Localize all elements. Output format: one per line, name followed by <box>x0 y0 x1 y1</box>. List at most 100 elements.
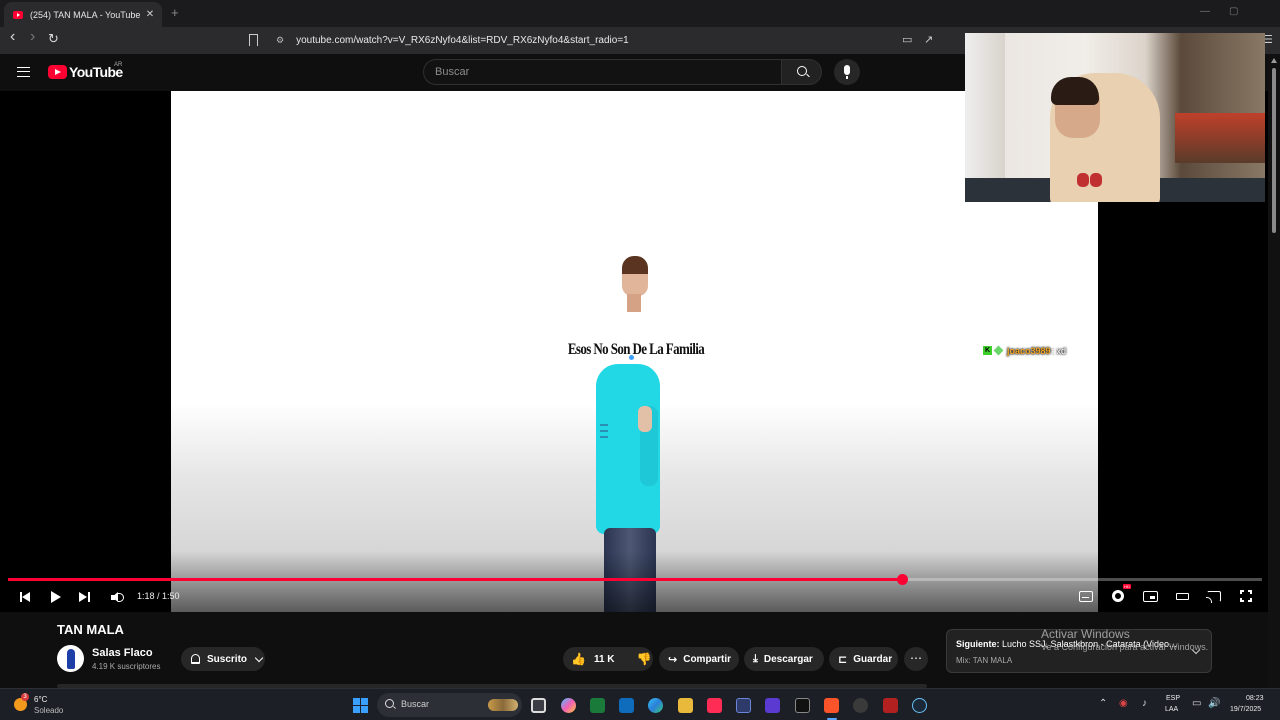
previous-icon[interactable] <box>19 588 32 606</box>
download-label: Descargar <box>763 653 813 665</box>
controls-gradient <box>0 551 1280 612</box>
subtitles-icon[interactable] <box>1079 591 1093 602</box>
keyboard-layout[interactable]: LAA <box>1165 706 1178 713</box>
more-actions-button[interactable]: ⋯ <box>904 647 928 671</box>
clock-date[interactable]: 19/7/2025 <box>1230 706 1261 713</box>
like-count[interactable]: 11 K <box>594 654 615 665</box>
forward-button[interactable]: › <box>30 28 35 46</box>
browser-titlebar: (254) TAN MALA - YouTube ✕ + — ▢ <box>0 0 1280 27</box>
obs-icon[interactable] <box>853 698 868 713</box>
edge-icon[interactable] <box>648 698 663 713</box>
microphone-icon <box>844 65 850 79</box>
brave-icon[interactable] <box>824 698 839 713</box>
address-bar[interactable]: ⚙ youtube.com/watch?v=V_RX6zNyfo4&list=R… <box>270 30 960 51</box>
browser-tab[interactable]: (254) TAN MALA - YouTube ✕ <box>4 2 162 27</box>
save-label: Guardar <box>853 653 893 665</box>
miniplayer-icon[interactable] <box>1143 591 1158 602</box>
channel-avatar[interactable] <box>57 645 84 672</box>
search-button[interactable] <box>781 59 822 85</box>
network-icon[interactable]: ▭ <box>1192 698 1201 709</box>
person-neck <box>627 294 641 312</box>
webcam-wall <box>965 33 1005 202</box>
progress-bar[interactable] <box>8 574 1262 585</box>
subscribed-button[interactable]: Suscrito <box>181 647 265 671</box>
url-text: youtube.com/watch?v=V_RX6zNyfo4&list=RDV… <box>296 35 629 46</box>
copilot-icon[interactable] <box>561 698 576 713</box>
time-display: 1:18 / 1:50 <box>137 591 180 601</box>
subscriber-count: 4.19 K suscriptores <box>92 662 161 671</box>
windows-taskbar: 3 6°C Soleado Buscar ⌃ ◉ ♪ ESP LAA ▭ 🔊 0… <box>0 688 1280 720</box>
thumbs-down-icon[interactable]: 👎 <box>637 652 652 666</box>
search-icon <box>385 699 394 708</box>
tray-mic-icon[interactable]: ♪ <box>1142 698 1147 709</box>
next-icon[interactable] <box>79 588 92 606</box>
site-settings-icon[interactable]: ⚙ <box>276 35 284 46</box>
bookmark-icon[interactable] <box>249 34 258 46</box>
theater-mode-icon[interactable] <box>1176 593 1189 600</box>
person-head <box>622 256 648 296</box>
activation-subtitle: Ve a Configuración para activar Windows. <box>1041 642 1209 652</box>
app-icon[interactable] <box>736 698 751 713</box>
save-button[interactable]: ⊏ Guardar <box>829 647 898 671</box>
tab-close-icon[interactable]: ✕ <box>144 9 156 20</box>
weather-description[interactable]: Soleado <box>34 706 63 715</box>
tray-app-icon[interactable]: ◉ <box>1119 698 1128 709</box>
share-page-icon[interactable]: ↗ <box>924 33 933 46</box>
tray-overflow-icon[interactable]: ⌃ <box>1099 698 1107 709</box>
outlook-icon[interactable] <box>619 698 634 713</box>
new-tab-button[interactable]: + <box>171 5 179 20</box>
shirt-stripe <box>600 424 608 426</box>
steam-icon[interactable] <box>912 698 927 713</box>
kick-badge-icon: K <box>983 346 992 355</box>
maximize-icon[interactable]: ▢ <box>1229 6 1238 17</box>
youtube-favicon-icon <box>13 10 23 19</box>
time-separator: / <box>154 591 163 601</box>
speaker-icon[interactable]: 🔊 <box>1208 698 1220 709</box>
taskbar-search[interactable]: Buscar <box>377 693 522 717</box>
wonder-app-icon[interactable] <box>883 698 898 713</box>
cast-icon[interactable] <box>1206 591 1221 603</box>
spreadsheet-app-icon[interactable] <box>590 698 605 713</box>
chat-text: : xd <box>1051 345 1067 356</box>
video-frame[interactable]: Esos No Son De La Familia <box>171 91 1098 612</box>
channel-name[interactable]: Salas Flaco <box>92 647 153 659</box>
download-button[interactable]: ⤓ Descargar <box>744 647 824 671</box>
hamburger-menu-icon[interactable] <box>17 67 30 77</box>
download-icon: ⤓ <box>753 652 758 665</box>
share-button[interactable]: ↪ Compartir <box>659 647 739 671</box>
page-scrollbar[interactable] <box>1268 54 1280 688</box>
weather-temperature[interactable]: 6°C <box>34 695 47 704</box>
windows-activation-watermark: Activar Windows Ve a Configuración para … <box>1041 627 1231 652</box>
media-app-icon[interactable] <box>795 698 810 713</box>
share-label: Compartir <box>683 653 732 665</box>
reload-button[interactable]: ↻ <box>48 31 59 47</box>
thumbs-up-icon[interactable]: 👍 <box>571 652 586 666</box>
up-next-prefix: Siguiente: <box>956 639 1000 649</box>
task-view-icon[interactable] <box>531 698 546 713</box>
country-code: AR <box>114 62 123 68</box>
search-input[interactable]: Buscar <box>423 59 781 85</box>
minimize-icon[interactable]: — <box>1200 6 1210 17</box>
scroll-up-icon[interactable] <box>1271 58 1277 63</box>
voice-search-button[interactable] <box>834 59 860 85</box>
vpn-icon[interactable] <box>765 698 780 713</box>
clock-time[interactable]: 08:23 <box>1246 695 1264 702</box>
subscribed-label: Suscrito <box>207 653 248 665</box>
tiktok-icon[interactable] <box>707 698 722 713</box>
back-button[interactable]: ‹ <box>10 28 15 46</box>
windows-start-icon[interactable] <box>353 698 368 713</box>
search-placeholder: Buscar <box>435 66 470 78</box>
video-title: TAN MALA <box>57 622 124 637</box>
like-dislike-group: 👍 11 K 👎 <box>563 647 653 671</box>
play-icon[interactable] <box>50 588 63 606</box>
file-explorer-icon[interactable] <box>678 698 693 713</box>
progress-played <box>8 578 903 581</box>
stream-chat-message: K joaco3989 : xd <box>983 344 1066 357</box>
scroll-thumb[interactable] <box>1272 68 1276 233</box>
settings-gear-icon[interactable] <box>1112 590 1124 602</box>
cast-tab-icon[interactable]: ▭ <box>902 33 912 46</box>
fullscreen-icon[interactable] <box>1240 590 1252 602</box>
chevron-down-icon <box>254 653 264 662</box>
youtube-logo-icon[interactable] <box>48 65 67 79</box>
language-code[interactable]: ESP <box>1166 695 1180 702</box>
